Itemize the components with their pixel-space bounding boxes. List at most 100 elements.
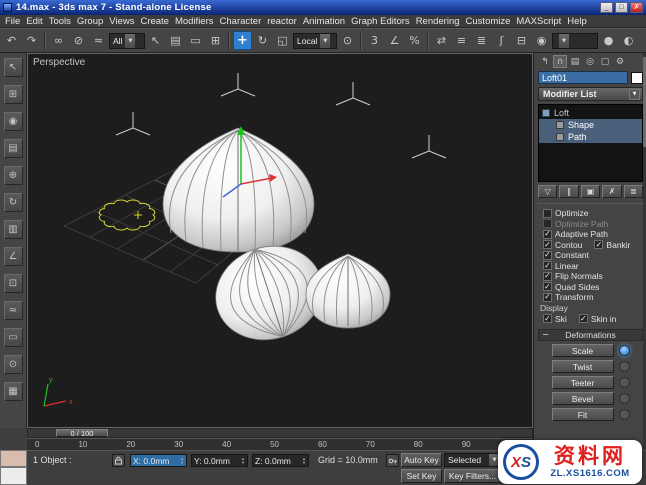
menu-tools[interactable]: Tools [46, 16, 74, 27]
twist-deformation-button[interactable]: Twist [551, 360, 614, 373]
menu-views[interactable]: Views [106, 16, 137, 27]
auto-key-button[interactable]: Auto Key [401, 453, 442, 467]
left-tool-icon-9[interactable]: ⊡ [3, 274, 23, 293]
modifier-list-dropdown[interactable]: Modifier List ▼ [538, 87, 643, 101]
key-filters-button[interactable]: Key Filters... [444, 469, 501, 483]
window-crossing-icon[interactable]: ⊞ [206, 31, 225, 50]
redo-icon[interactable]: ↷ [22, 31, 41, 50]
spinner-icon[interactable]: ▲ ▼ [241, 456, 245, 465]
skin-checkbox-row[interactable]: ✓ Ski ✓ Skin in [538, 314, 643, 325]
selection-filter-dropdown[interactable]: All ▼ [109, 32, 145, 49]
object-name-field[interactable]: Loft01 [538, 71, 628, 84]
left-tool-icon-10[interactable]: ≈ [3, 301, 23, 320]
left-tool-icon-7[interactable]: ▥ [3, 220, 23, 239]
configure-sets-icon[interactable]: ≣ [623, 185, 644, 198]
bevel-enable-toggle[interactable] [618, 393, 630, 404]
menu-maxscript[interactable]: MAXScript [513, 16, 564, 27]
loft-object-large[interactable] [162, 127, 315, 253]
percent-snap-icon[interactable]: % [405, 31, 424, 50]
unlink-icon[interactable]: ⊘ [69, 31, 88, 50]
selection-set-dropdown[interactable]: Selected ▼ [444, 453, 501, 467]
optimize-checkbox-row[interactable]: Optimize [538, 208, 643, 219]
create-tab-icon[interactable]: ↰ [538, 55, 552, 68]
quick-render-icon[interactable]: ◐ [619, 31, 638, 50]
minimize-button[interactable]: _ [600, 2, 613, 13]
object-color-swatch[interactable] [631, 71, 643, 84]
linear-checkbox-row[interactable]: ✓ Linear [538, 261, 643, 272]
left-tool-icon-8[interactable]: ∠ [3, 247, 23, 266]
key-mode-icon[interactable] [386, 454, 399, 467]
fit-enable-toggle[interactable] [618, 409, 630, 420]
contour-banking-checkbox-row[interactable]: ✓ Contou ✓ Bankir [538, 240, 643, 251]
menu-customize[interactable]: Customize [463, 16, 514, 27]
utilities-tab-icon[interactable]: ⚙ [613, 55, 627, 68]
bind-spacewarp-icon[interactable]: ≈ [89, 31, 108, 50]
adaptive-path-checkbox-row[interactable]: ✓ Adaptive Path [538, 229, 643, 240]
left-tool-icon-11[interactable]: ▭ [3, 328, 23, 347]
stack-item-loft[interactable]: Loft [539, 107, 642, 119]
quad-sides-checkbox-row[interactable]: ✓ Quad Sides [538, 282, 643, 293]
select-by-name-icon[interactable]: ▤ [166, 31, 185, 50]
maxscript-mini-listener[interactable] [0, 467, 27, 485]
show-end-result-icon[interactable]: ‖ [559, 185, 579, 198]
z-coordinate-field[interactable]: Z: 0.0mm ▲ ▼ [252, 454, 309, 467]
make-unique-icon[interactable]: ▣ [580, 185, 601, 198]
angle-snap-icon[interactable]: ∠ [385, 31, 404, 50]
set-key-button[interactable]: Set Key [401, 469, 442, 483]
menu-rendering[interactable]: Rendering [413, 16, 463, 27]
region-select-icon[interactable]: ▭ [186, 31, 205, 50]
constant-checkbox-row[interactable]: ✓ Constant [538, 250, 643, 261]
mirror-icon[interactable]: ⇄ [432, 31, 451, 50]
y-coordinate-field[interactable]: Y: 0.0mm ▲ ▼ [191, 454, 248, 467]
menu-modifiers[interactable]: Modifiers [172, 16, 217, 27]
select-and-move-icon[interactable]: + [233, 31, 252, 50]
left-tool-icon-4[interactable]: ▤ [3, 139, 23, 158]
teeter-enable-toggle[interactable] [618, 377, 630, 388]
left-tool-icon-5[interactable]: ⊕ [3, 166, 23, 185]
stack-item-shape[interactable]: Shape [539, 119, 642, 131]
menu-character[interactable]: Character [217, 16, 265, 27]
scale-enable-toggle[interactable] [618, 345, 630, 356]
modify-tab-icon[interactable]: ∩ [553, 55, 567, 68]
scale-deformation-button[interactable]: Scale [551, 344, 614, 357]
selection-lock-icon[interactable] [112, 454, 125, 467]
remove-modifier-icon[interactable]: ✗ [602, 185, 622, 198]
left-tool-icon-13[interactable]: ▦ [3, 382, 23, 401]
use-center-icon[interactable]: ⊙ [338, 31, 357, 50]
layer-manager-icon[interactable]: ≣ [472, 31, 491, 50]
left-tool-icon-2[interactable]: ⊞ [3, 85, 23, 104]
render-type-dropdown[interactable]: ▼ [552, 32, 598, 49]
maximize-button[interactable]: □ [615, 2, 628, 13]
spinner-icon[interactable]: ▲ ▼ [302, 456, 306, 465]
menu-group[interactable]: Group [74, 16, 106, 27]
bevel-deformation-button[interactable]: Bevel [551, 392, 614, 405]
select-and-scale-icon[interactable]: ◱ [273, 31, 292, 50]
title-bar[interactable]: 14.max - 3ds max 7 - Stand-alone License… [0, 0, 646, 15]
snap-toggle-3d-icon[interactable]: 3 [365, 31, 384, 50]
track-bar[interactable]: 0 10 20 30 40 50 60 70 80 90 100 [27, 438, 533, 450]
align-icon[interactable]: ≡ [452, 31, 471, 50]
schematic-view-icon[interactable]: ⊟ [512, 31, 531, 50]
motion-tab-icon[interactable]: ◎ [583, 55, 597, 68]
select-and-rotate-icon[interactable]: ↻ [253, 31, 272, 50]
menu-create[interactable]: Create [137, 16, 172, 27]
left-tool-icon-12[interactable]: ⊙ [3, 355, 23, 374]
select-object-icon[interactable]: ↖ [146, 31, 165, 50]
menu-reactor[interactable]: reactor [264, 16, 300, 27]
time-slider-track[interactable]: 0 / 100 [27, 428, 533, 438]
viewport-label[interactable]: Perspective [33, 57, 85, 68]
deformations-rollout-header[interactable]: − Deformations [538, 329, 643, 341]
maxscript-mini-listener-macro[interactable] [0, 450, 27, 467]
menu-animation[interactable]: Animation [300, 16, 348, 27]
close-button[interactable]: ✗ [630, 2, 643, 13]
time-slider-knob[interactable]: 0 / 100 [56, 429, 108, 438]
display-tab-icon[interactable]: ▢ [598, 55, 612, 68]
left-tool-icon-1[interactable]: ↖ [3, 58, 23, 77]
undo-icon[interactable]: ↶ [2, 31, 21, 50]
fit-deformation-button[interactable]: Fit [551, 408, 614, 421]
spinner-icon[interactable]: ▲ ▼ [180, 456, 184, 465]
flip-normals-checkbox-row[interactable]: ✓ Flip Normals [538, 271, 643, 282]
curve-editor-icon[interactable]: ʃ [492, 31, 511, 50]
teeter-deformation-button[interactable]: Teeter [551, 376, 614, 389]
pin-stack-icon[interactable]: ▽ [538, 185, 558, 198]
